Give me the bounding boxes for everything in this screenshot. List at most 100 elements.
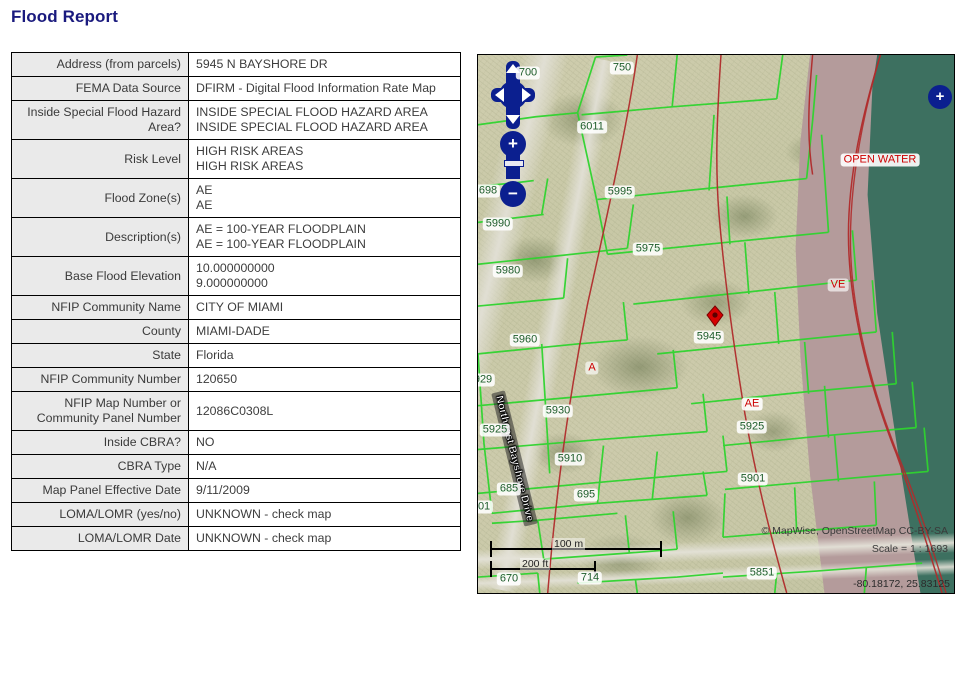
row-label: NFIP Community Number (11, 367, 189, 392)
row-value-line: AE = 100-YEAR FLOODPLAIN (196, 222, 366, 236)
row-value-line: 12086C0308L (196, 403, 274, 418)
parcel-number-label: 5945 (693, 330, 725, 344)
row-label: Base Flood Elevation (11, 256, 189, 296)
row-label: Flood Zone(s) (11, 178, 189, 218)
parcel-number-label: 5851 (746, 566, 778, 580)
row-value: AE AE (188, 178, 461, 218)
row-label: State (11, 343, 189, 368)
parcel-number-label: 5980 (492, 264, 524, 278)
row-value: UNKNOWN - check map (188, 526, 461, 551)
map-coordinates: -80.18172, 25.83125 (853, 578, 950, 590)
parcel-number-label: 5901 (737, 472, 769, 486)
parcel-number-label: 5910 (554, 452, 586, 466)
map-attribution: © MapWise, OpenStreetMap CC-BY-SA (761, 525, 949, 537)
table-row: NFIP Map Number or Community Panel Numbe… (11, 391, 461, 431)
pan-right-icon (522, 88, 531, 102)
scale-bar-imperial-label: 200 ft (520, 558, 551, 570)
row-value: Florida (188, 343, 461, 368)
row-value-line: INSIDE SPECIAL FLOOD HAZARD AREA (196, 105, 428, 119)
row-value-line: INSIDE SPECIAL FLOOD HAZARD AREA (196, 120, 428, 134)
parcel-number-label: 714 (577, 571, 603, 585)
row-value-line: HIGH RISK AREAS (196, 144, 304, 158)
table-row: State Florida (11, 343, 461, 368)
parcel-number-label: 5960 (509, 333, 541, 347)
flood-zone-lines (546, 55, 943, 593)
parcel-number-label: 700 (515, 66, 541, 80)
map-panel[interactable]: Northeast Bayshore Drive + − + 100 m 200… (477, 54, 955, 594)
row-value: AE = 100-YEAR FLOODPLAIN AE = 100-YEAR FL… (188, 217, 461, 257)
map-scale-bar: 100 m 200 ft (490, 538, 662, 577)
row-label: Inside Special Flood Hazard Area? (11, 100, 189, 140)
page-title: Flood Report (11, 7, 118, 26)
row-label: Address (from parcels) (11, 52, 189, 77)
table-row: NFIP Community Number 120650 (11, 367, 461, 392)
scale-bar-metric-cap-right (660, 541, 662, 557)
row-label: Description(s) (11, 217, 189, 257)
table-row: Description(s) AE = 100-YEAR FLOODPLAIN AE… (11, 217, 461, 257)
scale-bar-metric: 100 m (490, 538, 662, 557)
pan-down-icon (506, 115, 520, 124)
row-value: NO (188, 430, 461, 455)
zoom-slider-track[interactable] (506, 155, 520, 179)
scale-bar-metric-cap-left (490, 541, 492, 557)
parcel-number-label: 5925 (479, 423, 511, 437)
flood-report-table-body: Address (from parcels) 5945 N BAYSHORE DR… (11, 52, 461, 551)
table-row: FEMA Data Source DFIRM - Digital Flood In… (11, 76, 461, 101)
parcel-number-label: 695 (573, 488, 599, 502)
row-value-line: MIAMI-DADE (196, 324, 270, 338)
row-value: 120650 (188, 367, 461, 392)
parcel-number-label: 6011 (577, 120, 607, 134)
shoreline (849, 55, 947, 593)
row-value-line: NO (196, 435, 215, 449)
row-label: Inside CBRA? (11, 430, 189, 455)
parcel-number-label: 5995 (604, 185, 636, 199)
row-label: Risk Level (11, 139, 189, 179)
table-row: NFIP Community Name CITY OF MIAMI (11, 295, 461, 320)
pan-left-icon (495, 88, 504, 102)
flood-report-table: Address (from parcels) 5945 N BAYSHORE DR… (11, 52, 461, 551)
row-value-line: HIGH RISK AREAS (196, 159, 304, 173)
row-value-line: N/A (196, 459, 217, 473)
table-row: Inside CBRA? NO (11, 430, 461, 455)
row-value: 5945 N BAYSHORE DR (188, 52, 461, 77)
parcel-number-label: 901 (478, 500, 494, 514)
row-label: CBRA Type (11, 454, 189, 479)
row-label: NFIP Community Name (11, 295, 189, 320)
scale-bar-metric-label: 100 m (552, 538, 586, 550)
table-row: LOMA/LOMR Date UNKNOWN - check map (11, 526, 461, 551)
flood-zone-label: VE (827, 278, 849, 292)
row-label: FEMA Data Source (11, 76, 189, 101)
row-value: MIAMI-DADE (188, 319, 461, 344)
zoom-slider-handle[interactable] (504, 160, 524, 167)
row-value-line: AE (196, 183, 213, 197)
row-value: N/A (188, 454, 461, 479)
parcel-number-label: 5930 (542, 404, 574, 418)
map-scale-ratio: Scale = 1 : 1693 (871, 543, 948, 555)
scale-bar-imperial-cap-left (490, 561, 492, 577)
expand-panel-button[interactable]: + (928, 85, 952, 109)
table-row: Address (from parcels) 5945 N BAYSHORE DR (11, 52, 461, 77)
site-location-marker[interactable] (706, 305, 724, 327)
row-value-line: AE = 100-YEAR FLOODPLAIN (196, 237, 366, 251)
row-value-line: UNKNOWN - check map (196, 531, 332, 545)
parcel-number-label: 929 (478, 373, 496, 387)
map-canvas[interactable]: Northeast Bayshore Drive + − + 100 m 200… (478, 55, 954, 593)
row-value-line: DFIRM - Digital Flood Information Rate M… (196, 81, 436, 95)
table-row: LOMA/LOMR (yes/no) UNKNOWN - check map (11, 502, 461, 527)
zoom-in-button[interactable]: + (500, 131, 526, 157)
row-label: LOMA/LOMR Date (11, 526, 189, 551)
row-value: 10.000000000 9.000000000 (188, 256, 461, 296)
row-value-line: 5945 N BAYSHORE DR (196, 57, 328, 71)
row-label: NFIP Map Number or Community Panel Numbe… (11, 391, 189, 431)
parcel-number-label: 5925 (736, 420, 768, 434)
parcel-number-label: 685 (496, 482, 522, 496)
parcel-number-label: 670 (496, 572, 522, 586)
table-row: Map Panel Effective Date 9/11/2009 (11, 478, 461, 503)
zoom-out-button[interactable]: − (500, 181, 526, 207)
row-label: County (11, 319, 189, 344)
row-value-line: Florida (196, 348, 234, 362)
row-value-line: CITY OF MIAMI (196, 300, 284, 314)
row-value: DFIRM - Digital Flood Information Rate M… (188, 76, 461, 101)
row-value: 12086C0308L (188, 391, 461, 431)
row-value-line: 120650 (196, 372, 238, 386)
